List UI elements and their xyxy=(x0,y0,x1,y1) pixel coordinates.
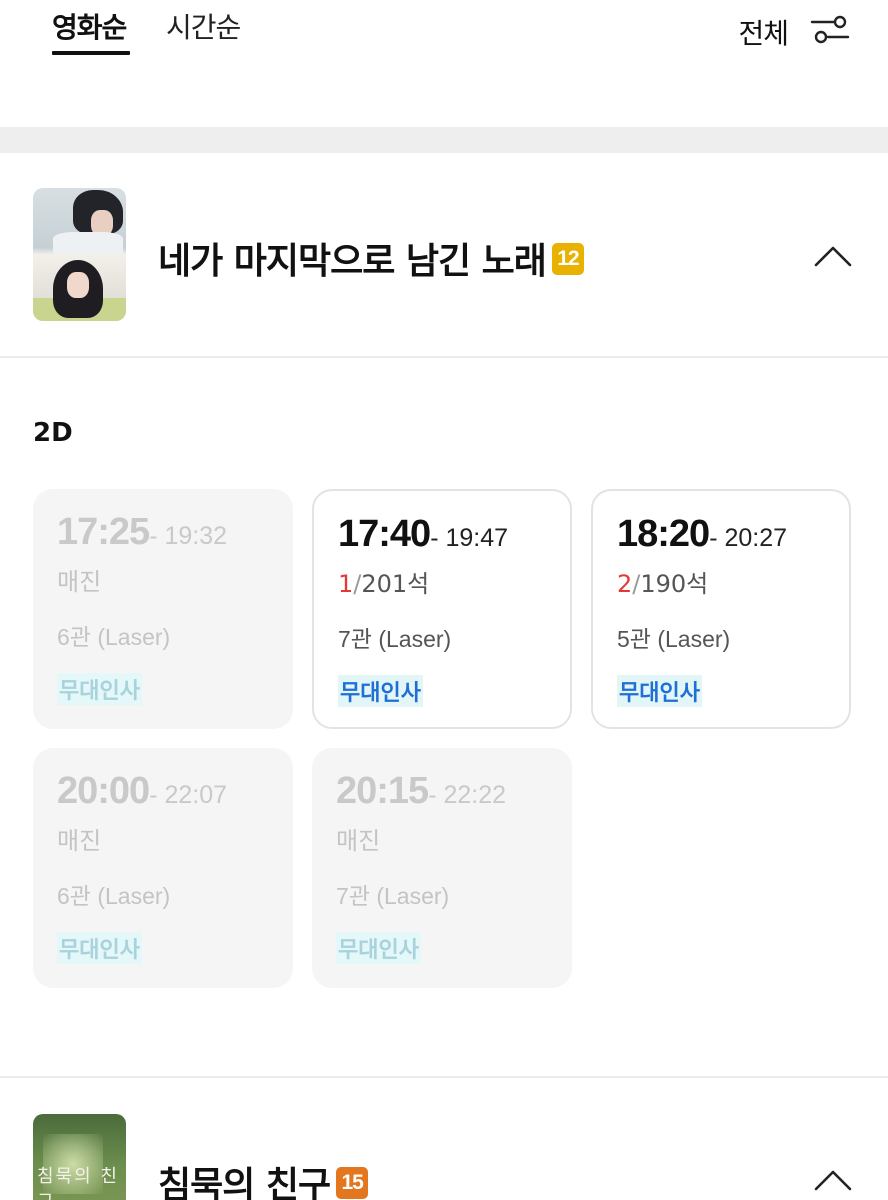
movie-title[interactable]: 네가 마지막으로 남긴 노래 12 xyxy=(158,232,584,284)
movie-title[interactable]: 침묵의 친구 15 xyxy=(158,1156,369,1200)
divider xyxy=(0,1076,888,1078)
seat-status: 매진 xyxy=(57,568,102,596)
start-time: 17:25 xyxy=(57,511,150,553)
poster-title-text: 침묵의 친구 xyxy=(37,1166,119,1200)
start-time: 20:00 xyxy=(57,770,150,812)
chevron-up-icon[interactable] xyxy=(814,1168,852,1192)
end-time: - 20:27 xyxy=(709,524,788,552)
event-tag: 무대인사 xyxy=(617,675,702,707)
showtime-card[interactable]: 20:00- 22:07 매진 6관 (Laser) 무대인사 xyxy=(33,748,293,988)
movie-title-text: 네가 마지막으로 남긴 노래 xyxy=(158,241,547,282)
event-tag: 무대인사 xyxy=(336,932,421,964)
sort-tabs: 영화순 시간순 전체 xyxy=(0,0,888,127)
event-tag: 무대인사 xyxy=(57,673,142,705)
screen-name: 5관 (Laser) xyxy=(617,626,731,652)
seat-status: 매진 xyxy=(336,827,381,855)
seat-availability: 2/190석 xyxy=(617,564,708,599)
seat-availability: 1/201석 xyxy=(338,564,429,599)
remaining-seats: 2 xyxy=(617,570,633,598)
remaining-seats: 1 xyxy=(338,570,354,598)
showtime-card[interactable]: 18:20- 20:27 2/190석 5관 (Laser) 무대인사 xyxy=(591,489,851,729)
tab-time-order[interactable]: 시간순 xyxy=(166,6,241,46)
end-time: - 22:22 xyxy=(428,781,507,809)
movie-poster[interactable]: 침묵의 친구 xyxy=(33,1114,126,1200)
screen-format-label: 2D xyxy=(33,418,73,448)
end-time: - 22:07 xyxy=(149,781,228,809)
total-seats: 201석 xyxy=(361,570,430,598)
movie-poster[interactable] xyxy=(33,188,126,321)
screen-name: 6관 (Laser) xyxy=(57,883,171,909)
end-time: - 19:32 xyxy=(149,522,228,550)
movie-title-text: 침묵의 친구 xyxy=(158,1165,331,1200)
event-tag: 무대인사 xyxy=(338,675,423,707)
start-time: 18:20 xyxy=(617,513,710,555)
filter-all-button[interactable]: 전체 xyxy=(738,12,789,52)
showtime-card[interactable]: 20:15- 22:22 매진 7관 (Laser) 무대인사 xyxy=(312,748,572,988)
seat-status: 매진 xyxy=(57,827,102,855)
filter-sliders-icon[interactable] xyxy=(810,14,850,44)
age-rating-badge: 12 xyxy=(551,243,584,275)
chevron-up-icon[interactable] xyxy=(814,244,852,268)
showtime-card[interactable]: 17:25- 19:32 매진 6관 (Laser) 무대인사 xyxy=(33,489,293,729)
section-gap xyxy=(0,127,888,153)
start-time: 20:15 xyxy=(336,770,429,812)
total-seats: 190석 xyxy=(640,570,709,598)
end-time: - 19:47 xyxy=(430,524,509,552)
active-tab-indicator xyxy=(52,51,130,55)
screen-name: 7관 (Laser) xyxy=(338,626,452,652)
screen-name: 7관 (Laser) xyxy=(336,883,450,909)
age-rating-badge: 15 xyxy=(336,1167,369,1199)
event-tag: 무대인사 xyxy=(57,932,142,964)
start-time: 17:40 xyxy=(338,513,431,555)
showtime-card[interactable]: 17:40- 19:47 1/201석 7관 (Laser) 무대인사 xyxy=(312,489,572,729)
screen-name: 6관 (Laser) xyxy=(57,624,171,650)
divider xyxy=(0,356,888,358)
tab-movie-order[interactable]: 영화순 xyxy=(52,6,127,46)
